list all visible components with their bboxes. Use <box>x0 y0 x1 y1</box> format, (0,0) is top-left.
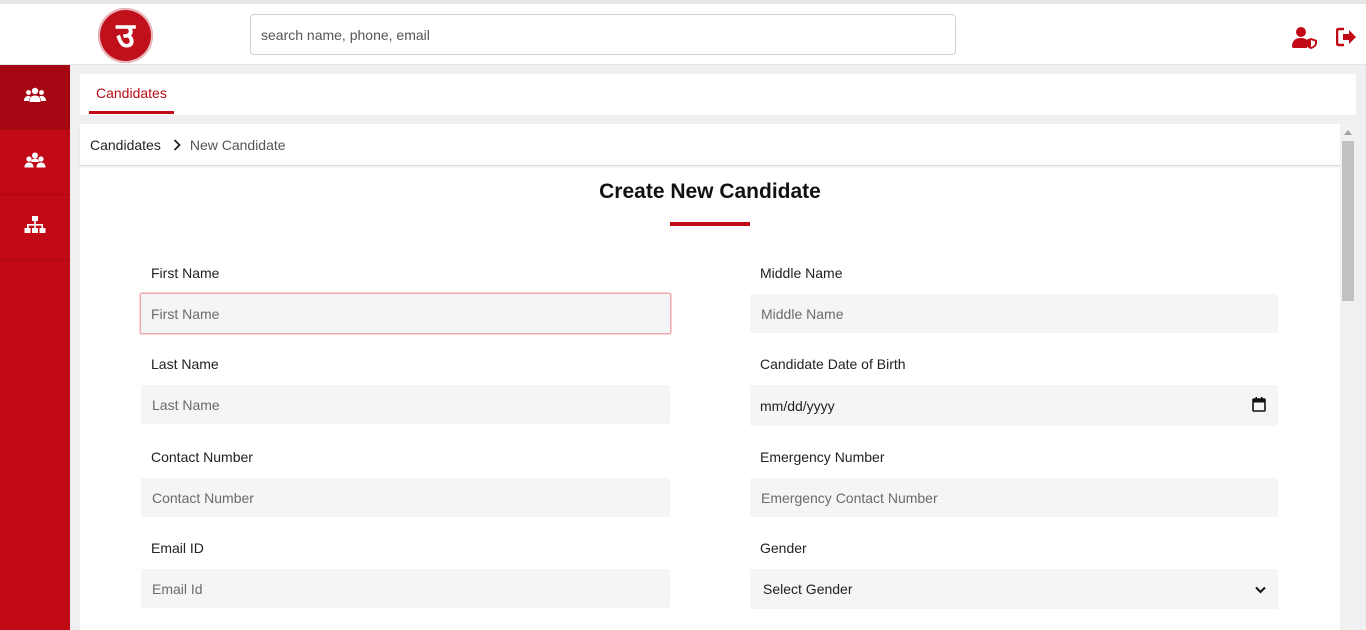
dob-date-input[interactable]: mm/dd/yyyy <box>750 385 1278 426</box>
main-scrollbar[interactable] <box>1340 124 1356 630</box>
dob-label: Candidate Date of Birth <box>760 356 906 372</box>
scroll-thumb[interactable] <box>1342 141 1354 301</box>
sitemap-icon <box>24 215 46 239</box>
dob-value: mm/dd/yyyy <box>760 397 835 414</box>
user-shield-icon[interactable] <box>1292 26 1317 50</box>
gender-select[interactable]: Select Gender <box>750 569 1278 609</box>
first-name-input[interactable] <box>140 293 671 334</box>
breadcrumb-candidates-link[interactable]: Candidates <box>90 137 161 153</box>
middle-name-input[interactable] <box>750 294 1278 333</box>
contact-number-input[interactable] <box>141 478 670 517</box>
sidebar-item-groups[interactable] <box>0 130 70 195</box>
users-icon <box>24 87 46 108</box>
gender-label: Gender <box>760 540 807 556</box>
last-name-input[interactable] <box>141 385 670 424</box>
last-name-label: Last Name <box>151 356 219 372</box>
chevron-down-icon <box>1255 581 1266 597</box>
first-name-label: First Name <box>151 265 220 281</box>
middle-name-label: Middle Name <box>760 265 843 281</box>
sign-out-icon[interactable] <box>1335 26 1360 50</box>
search-input[interactable] <box>250 14 956 55</box>
breadcrumb-current: New Candidate <box>189 136 286 153</box>
tab-candidates[interactable]: Candidates <box>89 74 174 114</box>
email-input[interactable] <box>141 569 670 608</box>
gender-selected-value: Select Gender <box>763 581 853 597</box>
user-group-icon <box>24 152 46 173</box>
chevron-right-icon <box>173 138 181 151</box>
tab-bar: Candidates <box>80 74 1356 115</box>
contact-number-label: Contact Number <box>151 449 253 465</box>
calendar-icon[interactable] <box>1252 396 1266 415</box>
sidebar-item-users[interactable] <box>0 65 70 130</box>
logo-glyph: उ <box>116 15 135 56</box>
brand-logo[interactable]: उ <box>98 8 153 63</box>
form-title: Create New Candidate <box>599 180 821 203</box>
scroll-up-arrow-icon[interactable] <box>1344 130 1352 135</box>
email-label: Email ID <box>151 540 204 556</box>
breadcrumb: Candidates New Candidate <box>80 124 1340 166</box>
title-underline <box>670 222 750 226</box>
emergency-number-label: Emergency Number <box>760 449 885 465</box>
emergency-number-input[interactable] <box>750 478 1278 517</box>
sidebar-item-hierarchy[interactable] <box>0 195 70 260</box>
top-bar: उ <box>0 0 1366 65</box>
main-panel: Candidates New Candidate Create New Cand… <box>80 124 1340 630</box>
sidebar <box>0 65 70 630</box>
